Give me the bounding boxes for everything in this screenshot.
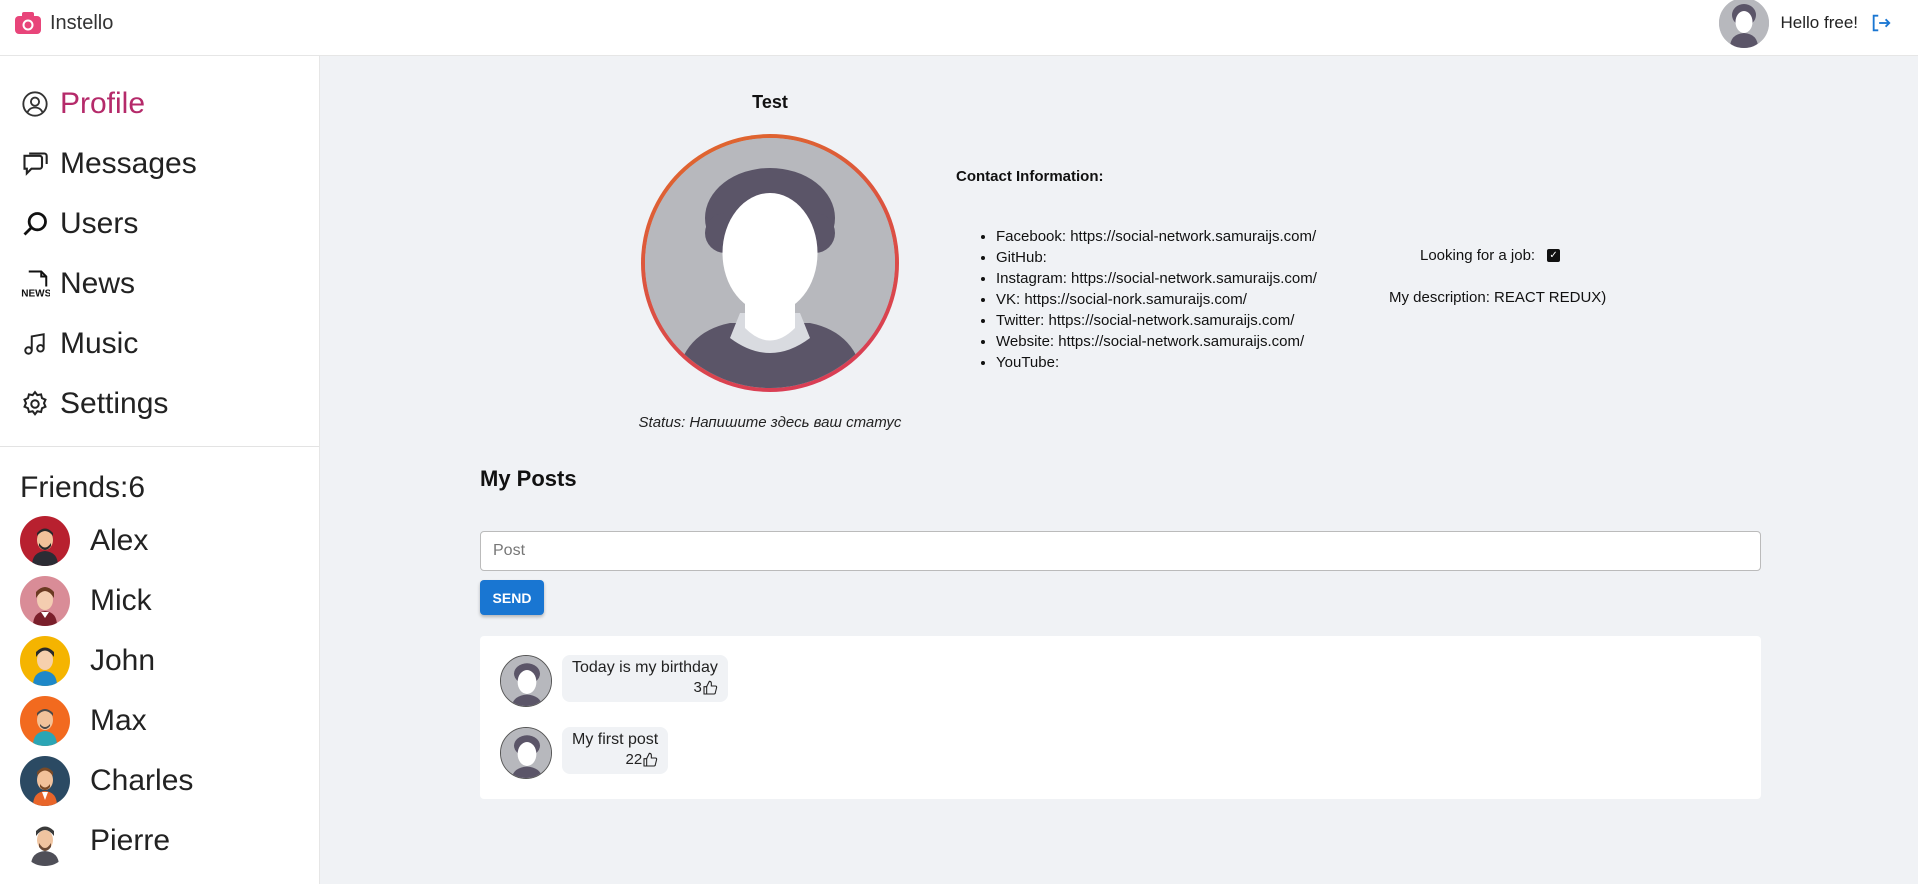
friends-title: Friends:6 (20, 471, 146, 504)
sidebar-item-label: Music (60, 327, 139, 360)
contact-vk[interactable]: VK: https://social-nork.samuraijs.com/ (996, 289, 1317, 310)
avatar[interactable] (1718, 0, 1769, 48)
contact-instagram[interactable]: Instagram: https://social-network.samura… (996, 268, 1317, 289)
post-input[interactable] (480, 531, 1761, 571)
posts-list: Today is my birthday 3 My first post 22 (480, 636, 1761, 799)
sidebar-item-label: Messages (60, 147, 197, 180)
contact-twitter[interactable]: Twitter: https://social-network.samuraij… (996, 310, 1317, 331)
friend-name: Alex (90, 524, 149, 557)
thumbs-up-icon[interactable] (702, 680, 718, 696)
camera-icon (15, 12, 41, 34)
job-label: Looking for a job: (1420, 247, 1536, 264)
logout-icon[interactable] (1870, 12, 1892, 34)
friend-item-mick[interactable]: Mick (0, 571, 319, 631)
avatar (500, 727, 552, 779)
avatar (20, 756, 70, 806)
sidebar-divider (0, 446, 319, 447)
profile-name: Test (752, 92, 788, 112)
avatar (20, 516, 70, 566)
friend-item-alex[interactable]: Alex (0, 511, 319, 571)
contact-github[interactable]: GitHub: (996, 247, 1317, 268)
posts-title: My Posts (480, 466, 577, 491)
search-icon (20, 209, 50, 239)
post-likes: 3 (572, 679, 718, 696)
sidebar-item-news[interactable]: NEWS News (0, 254, 319, 314)
friend-name: John (90, 644, 156, 677)
friend-item-pierre[interactable]: Pierre (0, 811, 319, 871)
post-item: Today is my birthday 3 (500, 655, 728, 707)
avatar (500, 655, 552, 707)
profile-status[interactable]: Status: Напишите здесь ваш статус (560, 414, 980, 431)
send-button[interactable]: SEND (480, 580, 544, 615)
news-icon: NEWS (20, 269, 50, 299)
friend-item-john[interactable]: John (0, 631, 319, 691)
avatar (20, 816, 70, 866)
friend-item-charles[interactable]: Charles (0, 751, 319, 811)
app-logo[interactable]: Instello (14, 11, 113, 35)
friend-name: Charles (90, 764, 194, 797)
post-bubble: My first post 22 (562, 727, 669, 774)
sidebar: Profile Messages Users NEWS News Music S… (0, 56, 320, 884)
sidebar-item-settings[interactable]: Settings (0, 374, 319, 434)
post-item: My first post 22 (500, 727, 669, 779)
thumbs-up-icon[interactable] (642, 752, 658, 768)
likes-count: 22 (625, 751, 643, 768)
avatar (20, 696, 70, 746)
friend-name: Mick (90, 584, 152, 617)
greeting-text: Hello free! (1780, 13, 1858, 32)
sidebar-item-profile[interactable]: Profile (0, 74, 319, 134)
post-bubble: Today is my birthday 3 (562, 655, 728, 702)
sidebar-nav: Profile Messages Users NEWS News Music S… (0, 56, 319, 434)
avatar (20, 636, 70, 686)
likes-count: 3 (693, 679, 702, 696)
looking-for-job: Looking for a job: ✓ (1420, 247, 1561, 264)
profile-description: My description: REACT REDUX) (1389, 289, 1607, 306)
sidebar-item-label: Profile (60, 87, 146, 120)
friend-name: Pierre (90, 824, 171, 857)
friend-item-max[interactable]: Max (0, 691, 319, 751)
post-text: Today is my birthday (572, 659, 718, 676)
friends-list: Alex Mick John Max Charles Pierre (0, 511, 319, 871)
sidebar-item-music[interactable]: Music (0, 314, 319, 374)
post-likes: 22 (572, 751, 658, 768)
contact-youtube[interactable]: YouTube: (996, 352, 1317, 373)
user-circle-icon (20, 89, 50, 119)
avatar (20, 576, 70, 626)
app-title: Instello (50, 11, 114, 34)
svg-text:NEWS: NEWS (21, 289, 50, 300)
sidebar-item-label: Settings (60, 387, 169, 420)
sidebar-item-label: News (60, 267, 136, 300)
sidebar-item-messages[interactable]: Messages (0, 134, 319, 194)
user-area: Hello free! (1718, 0, 1892, 48)
contact-facebook[interactable]: Facebook: https://social-network.samurai… (996, 226, 1317, 247)
sidebar-item-users[interactable]: Users (0, 194, 319, 254)
post-text: My first post (572, 731, 659, 748)
contacts-title: Contact Information: (956, 168, 1104, 185)
music-note-icon (20, 329, 50, 359)
gear-icon (20, 389, 50, 419)
chat-icon (20, 149, 50, 179)
contact-website[interactable]: Website: https://social-network.samuraij… (996, 331, 1317, 352)
contacts-list: Facebook: https://social-network.samurai… (996, 226, 1317, 373)
sidebar-item-label: Users (60, 207, 139, 240)
top-header: Instello Hello free! (0, 0, 1918, 56)
profile-avatar[interactable] (641, 134, 899, 392)
friend-name: Max (90, 704, 147, 737)
job-checkbox[interactable]: ✓ (1547, 249, 1561, 262)
